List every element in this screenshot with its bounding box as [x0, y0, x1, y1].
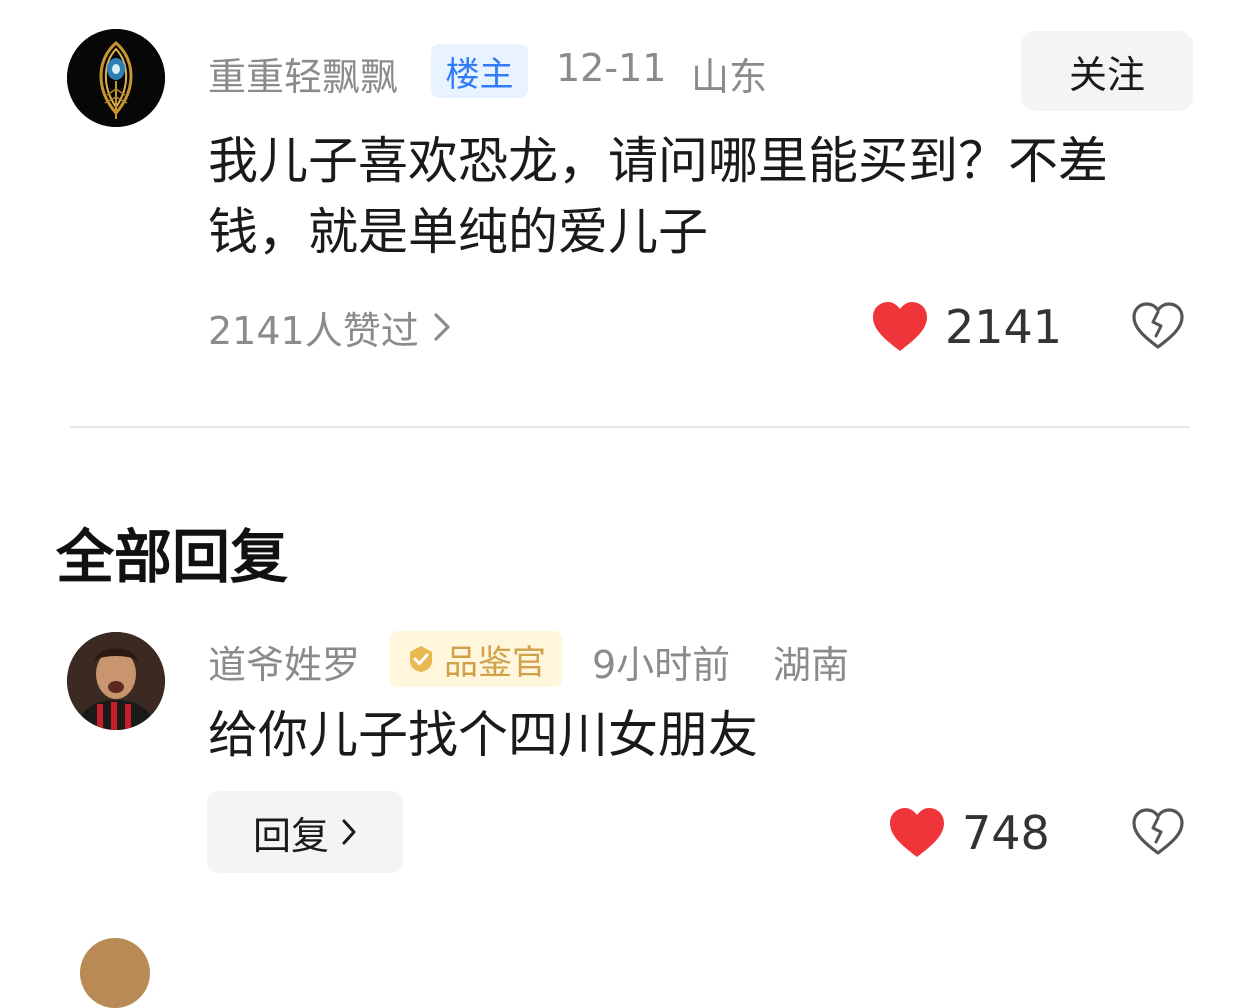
footballer-avatar-image	[67, 632, 165, 730]
expert-badge-label: 品鉴官	[444, 642, 546, 683]
reply-time: 9小时前	[592, 643, 731, 687]
op-badge: 楼主	[431, 44, 528, 98]
post-date: 12-11	[556, 46, 667, 90]
heart-filled-icon	[871, 301, 929, 353]
reply-avatar[interactable]	[67, 632, 165, 730]
reply-location: 湖南	[773, 643, 850, 687]
section-divider	[70, 426, 1190, 428]
heart-filled-icon	[888, 807, 946, 859]
expert-badge: 品鉴官	[390, 631, 562, 687]
reply-username[interactable]: 道爷姓罗	[208, 634, 360, 689]
broken-heart-icon	[1131, 302, 1185, 350]
reply-dislike-button[interactable]	[1131, 808, 1185, 856]
peacock-feather-avatar-image	[67, 29, 165, 127]
chevron-right-icon	[433, 312, 451, 342]
post-like-count: 2141	[945, 300, 1063, 354]
poster-avatar[interactable]	[67, 29, 165, 127]
post-content: 我儿子喜欢恐龙，请问哪里能买到？不差钱，就是单纯的爱儿子	[208, 132, 1108, 261]
broken-heart-icon	[1131, 808, 1185, 856]
chevron-right-icon	[341, 818, 357, 846]
reply-button[interactable]: 回复	[207, 791, 403, 873]
follow-button-label: 关注	[1068, 52, 1145, 97]
next-reply-avatar[interactable]	[80, 938, 150, 1008]
post-like-button[interactable]	[871, 301, 929, 353]
reply-content: 给你儿子找个四川女朋友	[208, 706, 758, 764]
post-dislike-button[interactable]	[1131, 302, 1185, 350]
verified-check-icon	[406, 644, 436, 674]
poster-username[interactable]: 重重轻飘飘	[208, 46, 398, 101]
reply-like-button[interactable]	[888, 807, 946, 859]
follow-button[interactable]: 关注	[1021, 31, 1193, 111]
liked-by-link[interactable]: 2141人赞过	[208, 300, 451, 354]
reply-button-label: 回复	[252, 813, 329, 858]
replies-section-title: 全部回复	[56, 523, 289, 591]
liked-by-text: 2141人赞过	[208, 308, 419, 353]
reply-like-count: 748	[962, 806, 1050, 860]
post-location: 山东	[691, 55, 768, 99]
